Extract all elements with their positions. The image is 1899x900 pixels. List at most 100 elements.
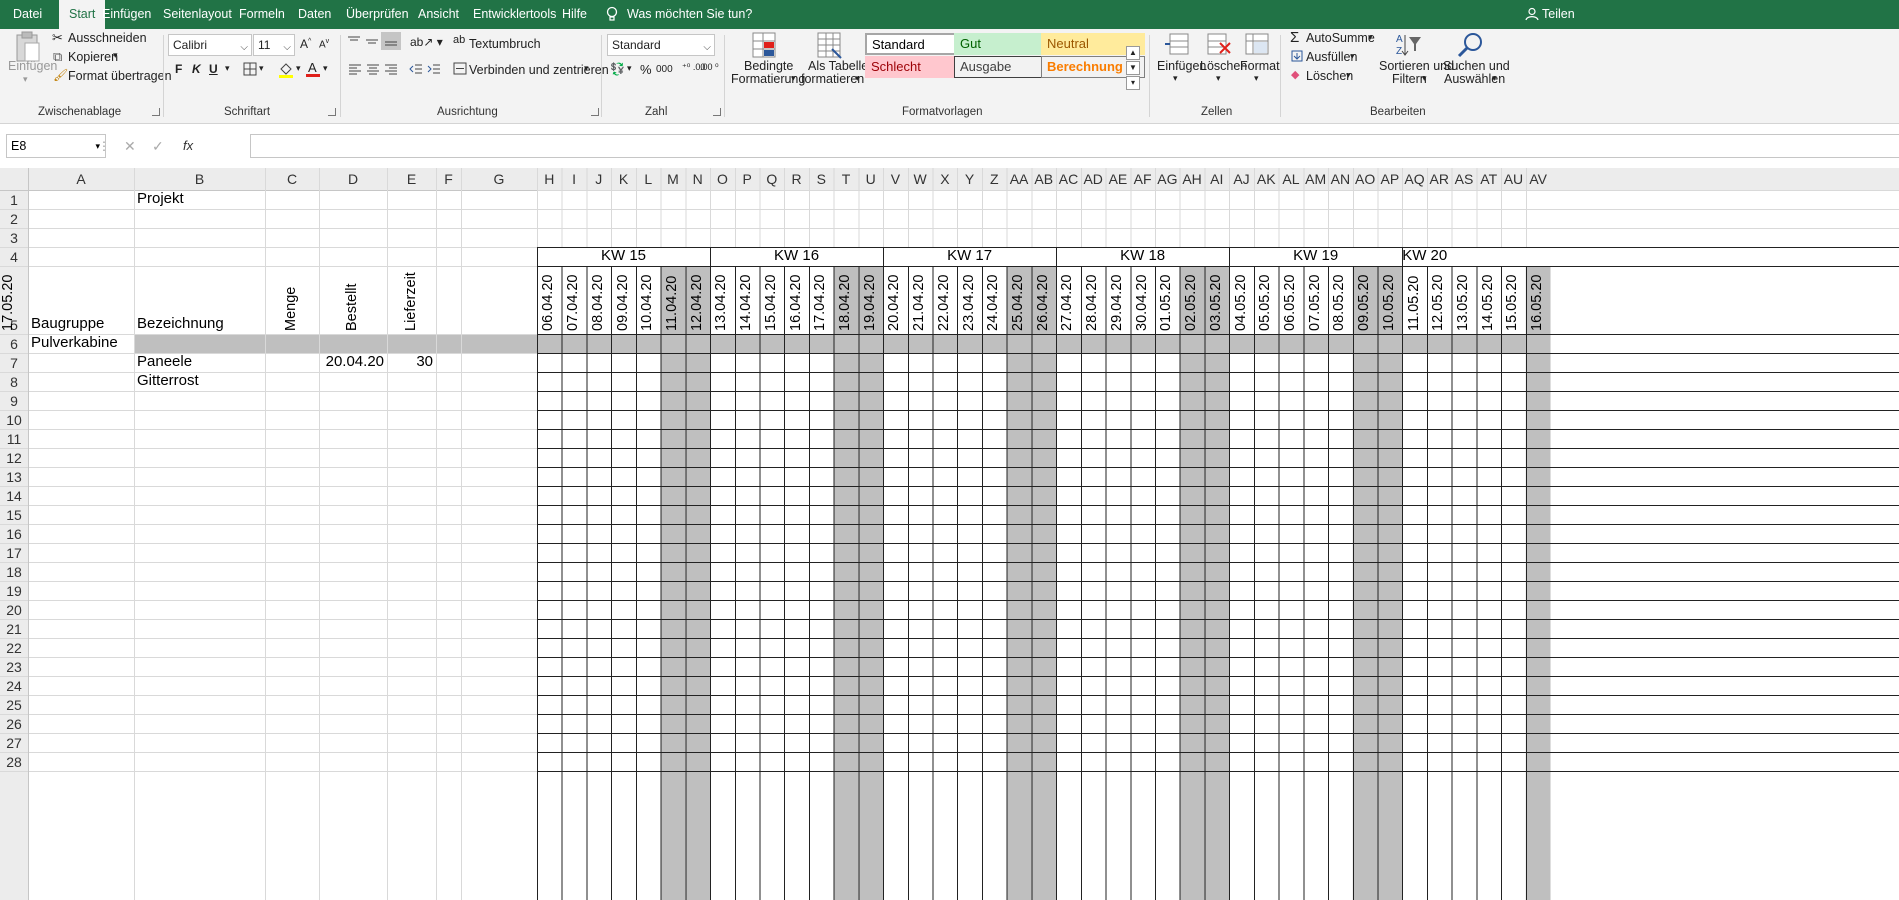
separator <box>1280 35 1281 117</box>
enter-icon[interactable]: ✓ <box>152 138 164 155</box>
align-bottom-button[interactable] <box>381 32 401 50</box>
borders-icon[interactable] <box>243 62 257 76</box>
tab-datei[interactable]: Datei <box>13 0 42 29</box>
format-as-table-dropdown-icon[interactable]: ▾ <box>855 73 860 84</box>
cut-button[interactable]: Ausschneiden <box>68 31 147 45</box>
merge-dropdown-icon[interactable]: ▾ <box>584 63 589 74</box>
shrink-font-icon[interactable]: Av <box>319 38 329 50</box>
date-header: 01.05.20 <box>1158 274 1175 331</box>
insert-dropdown-icon[interactable]: ▾ <box>1173 73 1178 84</box>
conditional-formatting-label-1[interactable]: Bedingte <box>744 59 793 73</box>
underline-button[interactable]: U <box>209 62 218 76</box>
tab-daten[interactable]: Daten <box>298 0 331 29</box>
wrap-text-button[interactable]: Textumbruch <box>469 37 541 51</box>
fill-down-icon <box>1291 50 1303 62</box>
fill-dropdown-icon[interactable]: ▾ <box>1350 51 1355 62</box>
bold-button[interactable]: F <box>175 62 182 76</box>
insert-function-button[interactable]: fx <box>183 138 193 153</box>
column-header-af: AF <box>1133 171 1152 187</box>
sort-filter-icon[interactable]: AZ <box>1395 31 1423 59</box>
cancel-icon[interactable]: ✕ <box>124 138 136 155</box>
font-name-combo[interactable]: Calibri ⌵ <box>168 34 252 56</box>
merge-center-icon[interactable] <box>453 62 467 75</box>
date-header: 03.05.20 <box>1207 274 1224 331</box>
delete-dropdown-icon[interactable]: ▾ <box>1216 73 1221 84</box>
tab-formeln[interactable]: Formeln <box>239 0 285 29</box>
insert-cells-button[interactable]: Einfügen <box>1157 59 1206 73</box>
format-as-table-icon[interactable] <box>816 31 844 59</box>
styles-scroll-down-icon[interactable]: ▼ <box>1126 61 1140 75</box>
align-left-icon[interactable] <box>348 63 362 75</box>
orientation-icon[interactable]: ab↗ ▾ <box>410 35 443 49</box>
format-cells-icon[interactable] <box>1244 31 1270 57</box>
autosum-button[interactable]: AutoSumme <box>1306 31 1375 45</box>
format-painter-button[interactable]: Format übertragen <box>68 69 172 83</box>
find-dropdown-icon[interactable]: ▾ <box>1492 73 1497 84</box>
worksheet-grid[interactable]: A B C D E F G H I J K L M N O P Q R S T U V W X Y Z AA AB AC AD AE AF AG… <box>0 168 1899 900</box>
paste-button[interactable]: Einfügen <box>8 59 57 73</box>
format-painter-icon: 🖌 <box>53 68 69 82</box>
tab-ansicht[interactable]: Ansicht <box>418 0 459 29</box>
tab-einfuegen[interactable]: Einfügen <box>102 0 151 29</box>
conditional-dropdown-icon[interactable]: ▾ <box>791 73 796 84</box>
clipboard-launcher-icon[interactable] <box>152 108 160 116</box>
sort-dropdown-icon[interactable]: ▾ <box>1422 73 1427 84</box>
borders-dropdown-icon[interactable]: ▾ <box>259 63 264 74</box>
conditional-formatting-icon[interactable] <box>751 31 779 59</box>
styles-scroll-up-icon[interactable]: ▲ <box>1126 46 1140 60</box>
increase-indent-icon[interactable] <box>427 63 441 75</box>
alignment-launcher-icon[interactable] <box>591 108 599 116</box>
chevron-down-icon: ⌵ <box>283 42 291 53</box>
underline-dropdown-icon[interactable]: ▾ <box>225 63 230 74</box>
paste-dropdown-icon[interactable]: ▾ <box>23 74 28 85</box>
more-options-icon[interactable]: ⋮ <box>98 139 110 153</box>
formula-input[interactable] <box>250 134 1899 158</box>
fill-color-icon[interactable] <box>278 61 294 78</box>
delete-cells-icon[interactable] <box>1206 31 1232 57</box>
currency-icon[interactable]: 💱 <box>610 62 625 76</box>
align-center-icon[interactable] <box>366 63 380 75</box>
tab-entwicklertools[interactable]: Entwicklertools <box>473 0 556 29</box>
styles-more-icon[interactable]: ▾ <box>1126 76 1140 90</box>
align-middle-icon[interactable] <box>365 35 379 47</box>
weekend-column <box>1006 266 1032 900</box>
italic-button[interactable]: K <box>192 62 201 76</box>
name-box[interactable]: E8 ▾ <box>6 134 106 158</box>
thousands-button[interactable]: 000 <box>656 64 673 75</box>
column-header-d: D <box>347 171 359 187</box>
copy-button[interactable]: Kopieren <box>68 50 118 64</box>
copy-dropdown-icon[interactable]: ▾ <box>113 50 118 61</box>
column-header-j: J <box>595 171 603 187</box>
clear-dropdown-icon[interactable]: ▾ <box>1346 70 1351 81</box>
align-top-icon[interactable] <box>347 35 361 47</box>
column-header-c: C <box>286 171 298 187</box>
format-as-table-label-1[interactable]: Als Tabelle <box>808 59 868 73</box>
font-color-icon[interactable]: A <box>305 60 321 78</box>
font-launcher-icon[interactable] <box>328 108 336 116</box>
number-launcher-icon[interactable] <box>713 108 721 116</box>
tell-me-search[interactable]: Was möchten Sie tun? <box>627 0 752 29</box>
fill-color-dropdown-icon[interactable]: ▾ <box>296 63 301 74</box>
tab-start[interactable]: Start <box>59 0 106 29</box>
grow-font-icon[interactable]: A^ <box>300 37 311 51</box>
number-format-combo[interactable]: Standard ⌵ <box>607 34 715 56</box>
font-color-dropdown-icon[interactable]: ▾ <box>323 63 328 74</box>
autosum-dropdown-icon[interactable]: ▾ <box>1368 32 1373 43</box>
currency-dropdown-icon[interactable]: ▾ <box>627 63 632 74</box>
tab-ueberpruefen[interactable]: Überprüfen <box>346 0 409 29</box>
format-dropdown-icon[interactable]: ▾ <box>1254 73 1259 84</box>
column-header-l: L <box>644 171 653 187</box>
align-right-icon[interactable] <box>384 63 398 75</box>
tab-hilfe[interactable]: Hilfe <box>562 0 587 29</box>
share-button[interactable]: Teilen <box>1542 0 1575 29</box>
decrease-decimal-icon[interactable]: .00 ⁰ <box>700 62 719 73</box>
find-select-label-1[interactable]: Suchen und <box>1443 59 1510 73</box>
tab-seitenlayout[interactable]: Seitenlayout <box>163 0 232 29</box>
percent-button[interactable]: % <box>640 62 652 77</box>
find-select-icon[interactable] <box>1456 31 1484 59</box>
decrease-indent-icon[interactable] <box>409 63 423 75</box>
font-size-combo[interactable]: 11 ⌵ <box>253 34 295 56</box>
date-header: 17.05.20 <box>0 274 16 331</box>
format-cells-button[interactable]: Format <box>1240 59 1280 73</box>
insert-cells-icon[interactable] <box>1164 31 1190 57</box>
